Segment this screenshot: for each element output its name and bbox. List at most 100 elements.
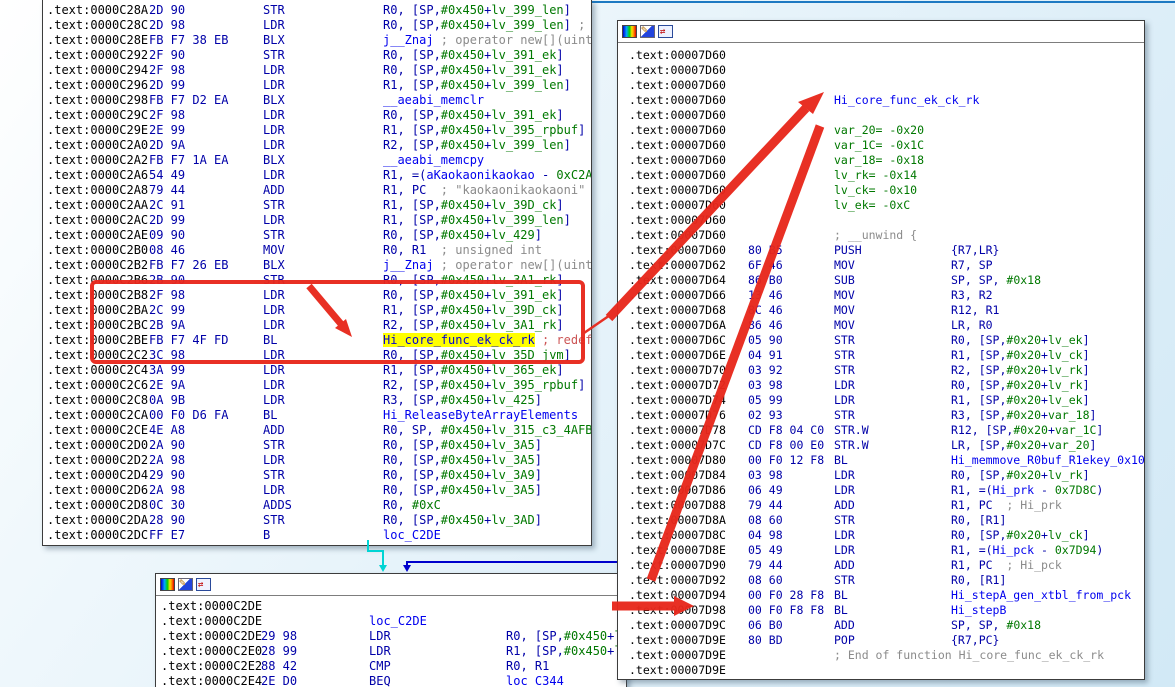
asm-row[interactable]: .text:00007D60 lv_rk= -0x14 (618, 168, 1144, 183)
asm-row[interactable]: .text:0000C2AA 2C 91 STR R1, [SP,#0x450+lv_… (43, 198, 591, 213)
asm-row[interactable]: .text:00007D60 (618, 108, 1144, 123)
asm-row[interactable]: .text:0000C2D6 2A 98 LDR R0, [SP,#0x450+lv_… (43, 483, 591, 498)
asm-row[interactable]: .text:00007D6A 86 46 MOV LR, R0 (618, 318, 1144, 333)
asm-row[interactable]: .text:00007D90 79 44 ADD R1, PC ; Hi_pck (618, 558, 1144, 573)
asm-row[interactable]: .text:0000C298 FB F7 D2 EA BLX __aeabi_memc… (43, 93, 591, 108)
asm-row[interactable]: .text:0000C2AE 09 90 STR R0, [SP,#0x450+lv_… (43, 228, 591, 243)
disassembly-window-main: .text:0000C28A 2D 90 STR R0, [SP,#0x450+lv_… (42, 0, 592, 546)
asm-row[interactable]: .text:00007D88 79 44 ADD R1, PC ; Hi_prk (618, 498, 1144, 513)
asm-row[interactable]: .text:0000C2B2 FB F7 26 EB BLX j__Znaj ; op… (43, 258, 591, 273)
edit-pencil-icon[interactable] (640, 23, 655, 38)
asm-row[interactable]: .text:00007D8C 04 98 LDR R0, [SP,#0x20+lv_c… (618, 528, 1144, 543)
asm-row[interactable]: .text:0000C2B8 2F 98 LDR R0, [SP,#0x450+lv_… (43, 288, 591, 303)
asm-row[interactable]: .text:00007D70 03 92 STR R2, [SP,#0x20+lv_r… (618, 363, 1144, 378)
asm-row[interactable]: .text:00007D78 CD F8 04 C0 STR.W R12, [SP,#… (618, 423, 1144, 438)
asm-row[interactable]: .text:00007D80 00 F0 12 F8 BL Hi_memmove_R0… (618, 453, 1144, 468)
asm-row[interactable]: .text:00007D72 03 98 LDR R0, [SP,#0x20+lv_r… (618, 378, 1144, 393)
asm-row[interactable]: .text:00007D8A 08 60 STR R0, [R1] (618, 513, 1144, 528)
disassembly-listing-bottom: .text:0000C2DE .text:0000C2DE loc_C2DE .tex… (156, 599, 626, 687)
asm-row[interactable]: .text:00007D9E 80 BD POP {R7,PC} (618, 633, 1144, 648)
background-window-edge (584, 1, 1175, 3)
asm-row[interactable]: .text:0000C29C 2F 98 LDR R0, [SP,#0x450+lv_… (43, 108, 591, 123)
asm-row[interactable]: .text:0000C2E2 88 42 CMP R0, R1 (156, 659, 626, 674)
asm-row[interactable]: .text:00007D66 13 46 MOV R3, R2 (618, 288, 1144, 303)
window-arrange-icon[interactable] (196, 578, 211, 591)
asm-row[interactable]: .text:0000C2A0 2D 9A LDR R2, [SP,#0x450+lv_… (43, 138, 591, 153)
asm-row[interactable]: .text:00007D64 86 B0 SUB SP, SP, #0x18 (618, 273, 1144, 288)
asm-row[interactable]: .text:0000C2D2 2A 98 LDR R0, [SP,#0x450+lv_… (43, 453, 591, 468)
asm-row[interactable]: .text:0000C2DA 28 90 STR R0, [SP,#0x450+lv_… (43, 513, 591, 528)
asm-row[interactable]: .text:0000C2BE FB F7 4F FD BL Hi_core_func_… (43, 333, 591, 348)
asm-row[interactable]: .text:00007D60 lv_ck= -0x10 (618, 183, 1144, 198)
asm-row[interactable]: .text:00007D60 Hi_core_func_ek_ck_rk (618, 93, 1144, 108)
disassembly-window-right: .text:00007D60.text:00007D60.text:00007D… (617, 20, 1145, 680)
palette-icon[interactable] (622, 25, 637, 38)
asm-row[interactable]: .text:00007D60 (618, 78, 1144, 93)
asm-row[interactable]: .text:0000C28A 2D 90 STR R0, [SP,#0x450+lv_… (43, 3, 591, 18)
asm-row[interactable]: .text:0000C2A8 79 44 ADD R1, PC ; "kaokaoni… (43, 183, 591, 198)
asm-row[interactable]: .text:0000C2BA 2C 99 LDR R1, [SP,#0x450+lv_… (43, 303, 591, 318)
asm-row[interactable]: .text:00007D60 var_18= -0x18 (618, 153, 1144, 168)
asm-row[interactable]: .text:0000C2C4 3A 99 LDR R1, [SP,#0x450+lv_… (43, 363, 591, 378)
asm-row[interactable]: .text:0000C2DE (156, 599, 626, 614)
asm-row[interactable]: .text:0000C2C6 2E 9A LDR R2, [SP,#0x450+lv_… (43, 378, 591, 393)
asm-row[interactable]: .text:0000C2CE 4E A8 ADD R0, SP, #0x450+lv_… (43, 423, 591, 438)
asm-row[interactable]: .text:0000C2D8 0C 30 ADDS R0, #0xC (43, 498, 591, 513)
asm-row[interactable]: .text:00007D9E; End of function Hi_core_… (618, 648, 1144, 663)
asm-row[interactable]: .text:0000C292 2F 90 STR R0, [SP,#0x450+lv_… (43, 48, 591, 63)
asm-row[interactable]: .text:00007D62 6F 46 MOV R7, SP (618, 258, 1144, 273)
asm-row[interactable]: .text:0000C2A2 FB F7 1A EA BLX __aeabi_memc… (43, 153, 591, 168)
palette-icon[interactable] (160, 578, 175, 591)
asm-row[interactable]: .text:00007D60 var_1C= -0x1C (618, 138, 1144, 153)
asm-row[interactable]: .text:0000C2DC FF E7 Bloc_C2DE (43, 528, 591, 543)
asm-row[interactable]: .text:0000C2A6 54 49 LDR R1, =(aKaokaonikao… (43, 168, 591, 183)
asm-row[interactable]: .text:0000C2C8 0A 9B LDR R3, [SP,#0x450+lv_… (43, 393, 591, 408)
asm-row[interactable]: .text:00007D6C 05 90 STR R0, [SP,#0x20+lv_e… (618, 333, 1144, 348)
asm-row[interactable]: .text:0000C294 2F 98 LDR R0, [SP,#0x450+lv_… (43, 63, 591, 78)
window-toolbar (156, 574, 626, 596)
asm-row[interactable]: .text:00007D60 (618, 213, 1144, 228)
window-arrange-icon[interactable] (658, 25, 673, 38)
asm-row[interactable]: .text:00007D6E 04 91 STR R1, [SP,#0x20+lv_c… (618, 348, 1144, 363)
asm-row[interactable]: .text:00007D86 06 49 LDR R1, =(Hi_prk - 0x7… (618, 483, 1144, 498)
asm-row[interactable]: .text:00007D7C CD F8 00 E0 STR.W LR, [SP,#0… (618, 438, 1144, 453)
asm-row[interactable]: .text:0000C2AC 2D 99 LDR R1, [SP,#0x450+lv_… (43, 213, 591, 228)
asm-row[interactable]: .text:00007D74 05 99 LDR R1, [SP,#0x20+lv_e… (618, 393, 1144, 408)
asm-row[interactable]: .text:0000C2C2 3C 98 LDR R0, [SP,#0x450+lv_… (43, 348, 591, 363)
asm-row[interactable]: .text:0000C2DE29 98LDRR0, [SP,#0x450+lv_… (156, 629, 626, 644)
edit-pencil-icon[interactable] (178, 576, 193, 591)
asm-row[interactable]: .text:00007D60 var_20= -0x20 (618, 123, 1144, 138)
asm-row[interactable]: .text:0000C29E 2E 99 LDR R1, [SP,#0x450+lv_… (43, 123, 591, 138)
asm-row[interactable]: .text:0000C2CA 00 F0 D6 FA BL Hi_ReleaseByt… (43, 408, 591, 423)
asm-row[interactable]: .text:0000C2D0 2A 90 STR R0, [SP,#0x450+lv_… (43, 438, 591, 453)
asm-row[interactable]: .text:0000C2B6 2B 90 STR R0, [SP,#0x450+lv_… (43, 273, 591, 288)
asm-row[interactable]: .text:0000C2BC 2B 9A LDR R2, [SP,#0x450+lv_… (43, 318, 591, 333)
asm-row[interactable]: .text:00007D76 02 93 STR R3, [SP,#0x20+var_… (618, 408, 1144, 423)
asm-row[interactable]: .text:00007D68 8C 46 MOV R12, R1 (618, 303, 1144, 318)
asm-row[interactable]: .text:00007D60 (618, 48, 1144, 63)
window-toolbar (618, 21, 1144, 43)
asm-row[interactable]: .text:0000C2E028 99LDRR1, [SP,#0x450+lv_… (156, 644, 626, 659)
asm-row[interactable]: .text:00007D60 (618, 63, 1144, 78)
asm-row[interactable]: .text:00007D60 80 B5 PUSH {R7,LR} (618, 243, 1144, 258)
asm-row[interactable]: .text:0000C2D4 29 90 STR R0, [SP,#0x450+lv_… (43, 468, 591, 483)
asm-row[interactable]: .text:00007D8E 05 49 LDR R1, =(Hi_pck - 0x7… (618, 543, 1144, 558)
asm-row[interactable]: .text:0000C28C 2D 98 LDR R0, [SP,#0x450+lv_… (43, 18, 591, 33)
asm-row[interactable]: .text:00007D98 00 F0 F8 F8 BL Hi_stepB (618, 603, 1144, 618)
asm-row[interactable]: .text:00007D9E (618, 663, 1144, 678)
asm-row[interactable]: .text:00007D84 03 98 LDR R0, [SP,#0x20+lv_r… (618, 468, 1144, 483)
asm-row[interactable]: .text:00007D92 08 60 STR R0, [R1] (618, 573, 1144, 588)
asm-row[interactable]: .text:0000C28E FB F7 38 EB BLX j__Znaj ; op… (43, 33, 591, 48)
disassembly-window-bottom: .text:0000C2DE.text:0000C2DEloc_C2DE.tex… (155, 573, 627, 687)
asm-row[interactable]: .text:0000C296 2D 99 LDR R1, [SP,#0x450+lv_… (43, 78, 591, 93)
disassembly-listing-main: .text:0000C28A 2D 90 STR R0, [SP,#0x450+lv_… (43, 3, 591, 543)
asm-row[interactable]: .text:00007D94 00 F0 28 F8 BL Hi_stepA_gen_… (618, 588, 1144, 603)
ida-workspace: .text:0000C28A 2D 90 STR R0, [SP,#0x450+lv_… (0, 0, 1175, 687)
asm-row[interactable]: .text:0000C2E4 2E D0 BEQ loc_C344 (156, 674, 626, 687)
asm-row[interactable]: .text:0000C2B0 08 46 MOV R0, R1 ; unsigned … (43, 243, 591, 258)
asm-row[interactable]: .text:00007D9C 06 B0 ADD SP, SP, #0x18 (618, 618, 1144, 633)
asm-row[interactable]: .text:00007D60 lv_ek= -0xC (618, 198, 1144, 213)
asm-row[interactable]: .text:00007D60; __unwind { (618, 228, 1144, 243)
disassembly-listing-right: .text:00007D60 .text:00007D60 .text:00007D… (618, 48, 1144, 678)
asm-row[interactable]: .text:0000C2DE loc_C2DE (156, 614, 626, 629)
